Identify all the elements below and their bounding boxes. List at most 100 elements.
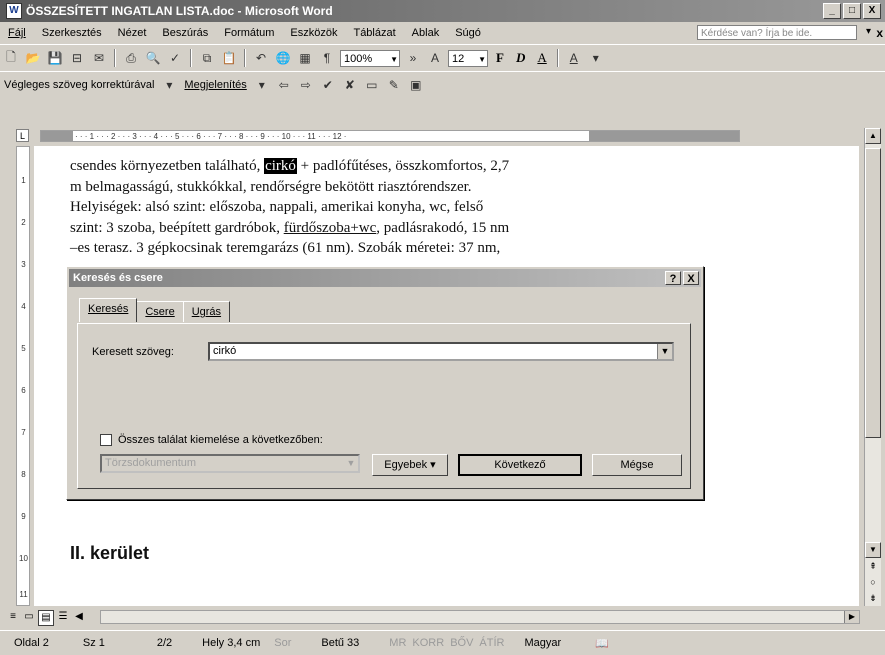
tab-replace[interactable]: Csere bbox=[136, 301, 184, 322]
search-highlight: cirkó bbox=[264, 158, 297, 174]
close-button[interactable]: X bbox=[863, 3, 881, 19]
reviewing-pane-icon[interactable]: ▣ bbox=[407, 76, 425, 94]
copy-icon[interactable]: ⧉ bbox=[198, 49, 216, 67]
vertical-scrollbar[interactable]: ▲ ▼ ⇞ ○ ⇟ bbox=[864, 128, 881, 606]
font-size-value: 12 bbox=[452, 52, 465, 65]
chevron-down-icon: ▼ bbox=[346, 458, 356, 468]
help-search-input[interactable]: Kérdése van? Írja be ide. bbox=[697, 25, 857, 40]
insert-comment-icon[interactable]: ▭ bbox=[363, 76, 381, 94]
doc-text-run: , padlásrakodó, 15 nm bbox=[376, 219, 510, 236]
highlight-all-checkbox[interactable] bbox=[100, 434, 112, 446]
undo-icon[interactable]: ↶ bbox=[252, 49, 270, 67]
menu-file[interactable]: Fájl bbox=[0, 27, 34, 39]
display-for-review-select[interactable]: Végleges szöveg korrektúrával bbox=[4, 79, 154, 91]
tab-find[interactable]: Keresés bbox=[79, 298, 138, 322]
vruler-tick: 6 bbox=[21, 386, 26, 395]
web-layout-icon[interactable]: ▭ bbox=[22, 610, 36, 624]
previous-page-icon[interactable]: ⇞ bbox=[865, 558, 881, 574]
menu-format[interactable]: Formátum bbox=[216, 27, 282, 39]
dialog-close-button[interactable]: X bbox=[683, 271, 699, 285]
print-icon[interactable]: ⎙ bbox=[122, 49, 140, 67]
status-ovr[interactable]: ÁTÍR bbox=[479, 637, 504, 649]
find-what-input[interactable]: cirkó ▼ bbox=[208, 342, 674, 361]
track-changes-icon[interactable]: ✎ bbox=[385, 76, 403, 94]
chevron-down-icon[interactable]: ▾ bbox=[160, 76, 178, 94]
minimize-button[interactable]: _ bbox=[823, 3, 841, 19]
search-scope-value: Törzsdokumentum bbox=[105, 457, 197, 469]
doc-text-run: szint: 3 szoba, beépített gardróbok, bbox=[70, 219, 284, 236]
bold-button[interactable]: F bbox=[496, 50, 504, 66]
tab-goto[interactable]: Ugrás bbox=[182, 301, 231, 322]
maximize-button[interactable]: □ bbox=[843, 3, 861, 19]
scroll-thumb[interactable] bbox=[865, 148, 881, 438]
menu-tools[interactable]: Eszközök bbox=[282, 27, 345, 39]
select-browse-object-icon[interactable]: ○ bbox=[865, 574, 881, 590]
cancel-button[interactable]: Mégse bbox=[592, 454, 682, 476]
save-icon[interactable]: 💾 bbox=[46, 49, 64, 67]
underline-button[interactable]: A bbox=[537, 50, 546, 66]
spelling-icon[interactable]: ✓ bbox=[166, 49, 184, 67]
dialog-help-button[interactable]: ? bbox=[665, 271, 681, 285]
spelling-status-icon[interactable]: 📖 bbox=[595, 637, 609, 650]
previous-change-icon[interactable]: ⇦ bbox=[275, 76, 293, 94]
find-next-button[interactable]: Következő bbox=[458, 454, 582, 476]
font-icon[interactable]: A bbox=[426, 49, 444, 67]
reject-change-icon[interactable]: ✘ bbox=[341, 76, 359, 94]
scroll-right-icon[interactable]: ▶ bbox=[844, 611, 859, 623]
font-color-icon[interactable]: A bbox=[565, 49, 583, 67]
vertical-ruler[interactable]: 1 2 3 4 5 6 7 8 9 10 11 bbox=[16, 146, 30, 606]
more-button[interactable]: Egyebek ▾ bbox=[372, 454, 448, 476]
menu-edit[interactable]: Szerkesztés bbox=[34, 27, 110, 39]
print-preview-icon[interactable]: 🔍 bbox=[144, 49, 162, 67]
zoom-select[interactable]: 100% ▼ bbox=[340, 49, 400, 67]
status-trk[interactable]: KORR bbox=[412, 637, 444, 649]
next-page-icon[interactable]: ⇟ bbox=[865, 590, 881, 606]
accept-change-icon[interactable]: ✔ bbox=[319, 76, 337, 94]
normal-view-icon[interactable]: ≡ bbox=[6, 610, 20, 624]
outline-view-icon[interactable]: ☰ bbox=[56, 610, 70, 624]
status-ext[interactable]: BŐV bbox=[450, 637, 473, 649]
scroll-down-icon[interactable]: ▼ bbox=[865, 542, 881, 558]
scroll-up-icon[interactable]: ▲ bbox=[865, 128, 881, 144]
menu-help[interactable]: Súgó bbox=[447, 27, 489, 39]
document-body[interactable]: csendes környezetben található, cirkó + … bbox=[70, 156, 650, 259]
email-icon[interactable]: ✉ bbox=[90, 49, 108, 67]
menu-view[interactable]: Nézet bbox=[110, 27, 155, 39]
font-size-select[interactable]: 12 ▼ bbox=[448, 49, 488, 67]
show-menu-button[interactable]: Megjelenítés bbox=[184, 79, 246, 91]
standard-toolbar: 🗋 📂 💾 ⊟ ✉ ⎙ 🔍 ✓ ⧉ 📋 ↶ 🌐 ▦ ¶ 100% ▼ » A 12… bbox=[0, 44, 885, 71]
toolbar-options-icon[interactable]: » bbox=[404, 49, 422, 67]
help-dropdown-icon[interactable]: ▾ bbox=[866, 26, 871, 37]
next-change-icon[interactable]: ⇨ bbox=[297, 76, 315, 94]
font-color-dropdown-icon[interactable]: ▾ bbox=[587, 49, 605, 67]
chevron-down-icon[interactable]: ▾ bbox=[253, 76, 271, 94]
tables-borders-icon[interactable]: ▦ bbox=[296, 49, 314, 67]
doc-close-button[interactable]: x bbox=[876, 26, 883, 40]
open-icon[interactable]: 📂 bbox=[24, 49, 42, 67]
new-doc-icon[interactable]: 🗋 bbox=[2, 49, 20, 67]
paragraph-mark-icon[interactable]: ¶ bbox=[318, 49, 336, 67]
status-column: Betű 33 bbox=[321, 637, 360, 649]
toolbar-separator bbox=[114, 49, 116, 67]
scroll-left-icon[interactable]: ◀ bbox=[72, 610, 86, 624]
status-rec[interactable]: MR bbox=[389, 637, 406, 649]
view-buttons: ≡ ▭ ▤ ☰ ◀ bbox=[6, 610, 86, 626]
menu-window[interactable]: Ablak bbox=[404, 27, 448, 39]
hyperlink-icon[interactable]: 🌐 bbox=[274, 49, 292, 67]
highlight-all-option[interactable]: Összes találat kiemelése a következőben: bbox=[100, 434, 323, 446]
print-layout-icon[interactable]: ▤ bbox=[38, 610, 54, 626]
doc-line: Helyiségek: alsó szint: előszoba, nappal… bbox=[70, 197, 650, 218]
chevron-down-icon[interactable]: ▼ bbox=[657, 344, 672, 359]
status-language[interactable]: Magyar bbox=[524, 637, 561, 649]
tab-selector[interactable]: L bbox=[16, 129, 29, 142]
paste-icon[interactable]: 📋 bbox=[220, 49, 238, 67]
dialog-title-bar[interactable]: Keresés és csere ? X bbox=[69, 269, 701, 287]
menu-table[interactable]: Táblázat bbox=[345, 27, 403, 39]
menu-insert[interactable]: Beszúrás bbox=[154, 27, 216, 39]
permission-icon[interactable]: ⊟ bbox=[68, 49, 86, 67]
reviewing-toolbar: Végleges szöveg korrektúrával ▾ Megjelen… bbox=[0, 71, 885, 98]
horizontal-scrollbar[interactable]: ▶ bbox=[100, 610, 860, 624]
italic-button[interactable]: D bbox=[516, 50, 525, 66]
horizontal-ruler[interactable]: · · · 1 · · · 2 · · · 3 · · · 4 · · · 5 … bbox=[40, 130, 740, 142]
chevron-down-icon: ▼ bbox=[478, 54, 486, 64]
